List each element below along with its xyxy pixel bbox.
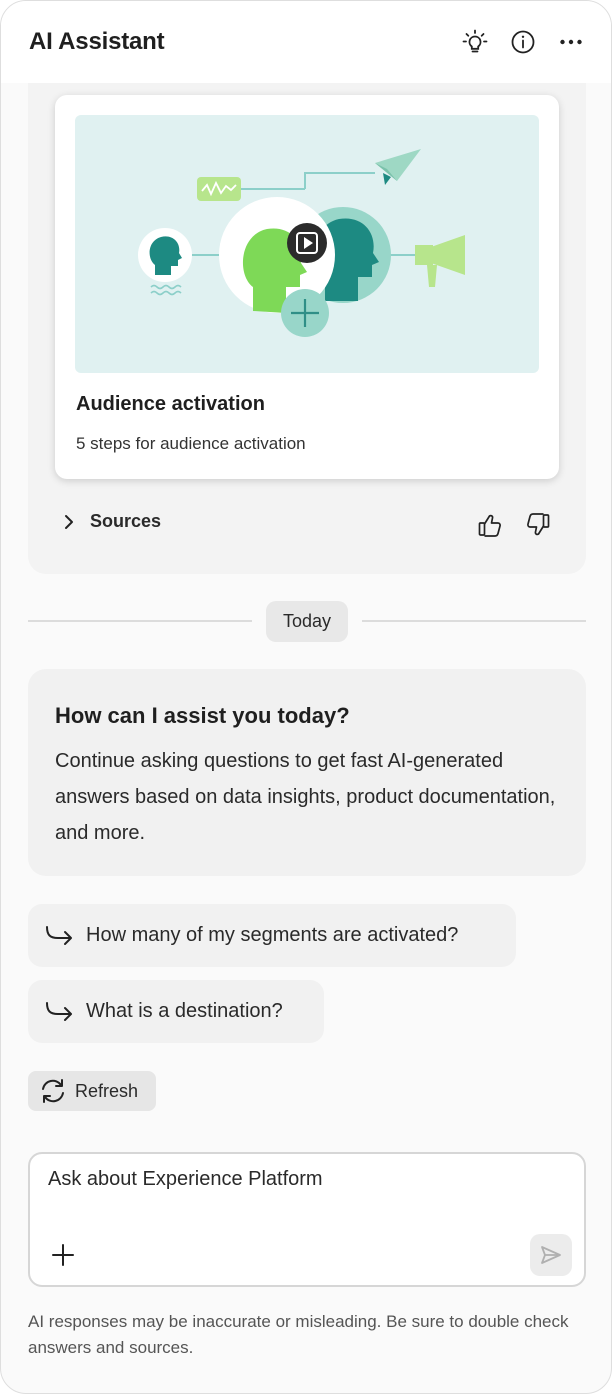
- plus-icon: [281, 289, 329, 337]
- divider-right: [362, 620, 586, 622]
- chat-composer: [28, 1152, 586, 1287]
- disclaimer: AI responses may be inaccurate or mislea…: [28, 1312, 569, 1357]
- sources-label: Sources: [90, 511, 162, 531]
- date-divider-label: Today: [266, 601, 348, 642]
- welcome-title: How can I assist you today?: [55, 703, 350, 728]
- arrow-turn-right-icon: [46, 1001, 72, 1021]
- refresh-label: Refresh: [75, 1080, 139, 1101]
- card-subtitle: 5 steps for audience activation: [76, 434, 306, 453]
- ai-assistant-panel: AI Assistant Audience activation 5 steps…: [0, 0, 612, 1394]
- header-actions: [461, 28, 585, 56]
- refresh-button[interactable]: Refresh: [28, 1071, 156, 1111]
- welcome-body: Continue asking questions to get fast AI…: [55, 750, 556, 844]
- header: AI Assistant: [1, 1, 611, 83]
- prompt-input[interactable]: [48, 1164, 548, 1194]
- video-card[interactable]: Audience activation 5 steps for audience…: [55, 95, 559, 479]
- refresh-icon: [42, 1079, 64, 1103]
- arrow-turn-right-icon: [46, 925, 72, 945]
- card-title: Audience activation: [76, 393, 265, 415]
- thumbs-up-icon[interactable]: [476, 511, 504, 539]
- megaphone-icon: [415, 235, 465, 287]
- app-title: AI Assistant: [29, 28, 165, 55]
- sources-toggle[interactable]: Sources: [62, 511, 161, 532]
- send-icon: [541, 1246, 561, 1264]
- divider-left: [28, 620, 252, 622]
- card-illustration: [75, 115, 539, 373]
- suggestion-label: How many of my segments are activated?: [86, 924, 459, 946]
- add-icon[interactable]: [50, 1242, 76, 1268]
- suggestion-what-is-destination[interactable]: What is a destination?: [28, 980, 324, 1043]
- suggestion-label: What is a destination?: [86, 1000, 283, 1022]
- play-icon: [287, 223, 327, 263]
- chevron-right-icon: [65, 514, 73, 529]
- thumbs-down-icon[interactable]: [524, 511, 552, 539]
- paper-plane-icon: [375, 149, 421, 185]
- send-button[interactable]: [530, 1234, 572, 1276]
- info-icon[interactable]: [509, 28, 537, 56]
- welcome-message: How can I assist you today? Continue ask…: [28, 669, 586, 876]
- lightbulb-icon[interactable]: [461, 28, 489, 56]
- previous-answer: Audience activation 5 steps for audience…: [28, 83, 586, 574]
- feedback-buttons: [476, 511, 552, 539]
- suggestion-segments-activated[interactable]: How many of my segments are activated?: [28, 904, 516, 967]
- more-icon[interactable]: [557, 28, 585, 56]
